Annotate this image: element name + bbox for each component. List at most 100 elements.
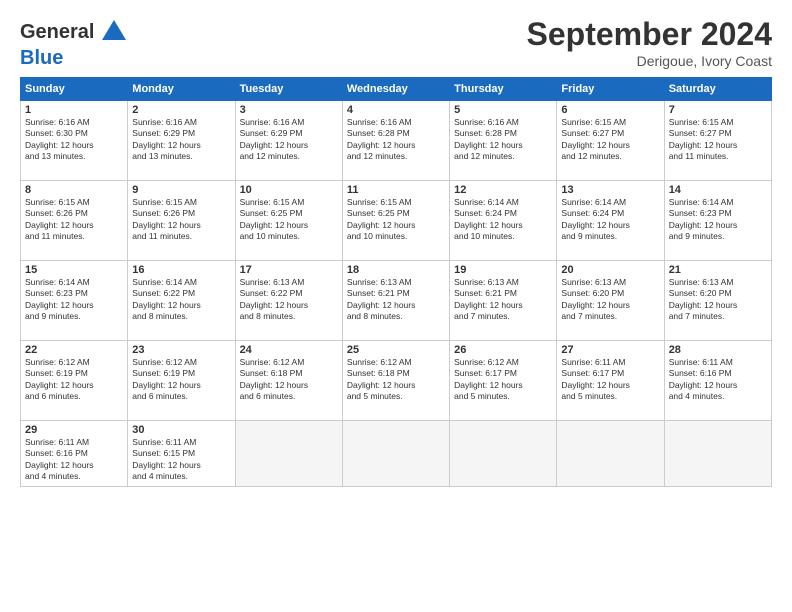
week-row-5: 29 Sunrise: 6:11 AMSunset: 6:16 PMDaylig… [21,421,772,487]
location: Derigoue, Ivory Coast [527,53,772,69]
day-number: 3 [240,104,338,116]
day-detail: Sunrise: 6:12 AMSunset: 6:18 PMDaylight:… [347,357,445,403]
day-detail: Sunrise: 6:16 AMSunset: 6:29 PMDaylight:… [240,117,338,163]
calendar-cell: 8 Sunrise: 6:15 AMSunset: 6:26 PMDayligh… [21,181,128,261]
page: General Blue September 2024 Derigoue, Iv… [0,0,792,612]
calendar-cell: 16 Sunrise: 6:14 AMSunset: 6:22 PMDaylig… [128,261,235,341]
day-detail: Sunrise: 6:13 AMSunset: 6:20 PMDaylight:… [669,277,767,323]
calendar-cell: 29 Sunrise: 6:11 AMSunset: 6:16 PMDaylig… [21,421,128,487]
day-number: 27 [561,344,659,356]
day-number: 2 [132,104,230,116]
day-detail: Sunrise: 6:14 AMSunset: 6:24 PMDaylight:… [454,197,552,243]
day-number: 15 [25,264,123,276]
day-number: 8 [25,184,123,196]
day-detail: Sunrise: 6:12 AMSunset: 6:19 PMDaylight:… [25,357,123,403]
month-title: September 2024 [527,16,772,53]
weekday-header-friday: Friday [557,78,664,101]
day-detail: Sunrise: 6:14 AMSunset: 6:22 PMDaylight:… [132,277,230,323]
calendar-cell: 9 Sunrise: 6:15 AMSunset: 6:26 PMDayligh… [128,181,235,261]
logo: General Blue [20,16,130,68]
calendar-cell: 26 Sunrise: 6:12 AMSunset: 6:17 PMDaylig… [450,341,557,421]
day-number: 16 [132,264,230,276]
header: General Blue September 2024 Derigoue, Iv… [20,16,772,69]
calendar-cell [235,421,342,487]
day-number: 1 [25,104,123,116]
calendar-cell [557,421,664,487]
calendar-cell: 21 Sunrise: 6:13 AMSunset: 6:20 PMDaylig… [664,261,771,341]
calendar-cell: 13 Sunrise: 6:14 AMSunset: 6:24 PMDaylig… [557,181,664,261]
day-detail: Sunrise: 6:12 AMSunset: 6:19 PMDaylight:… [132,357,230,403]
calendar-cell: 18 Sunrise: 6:13 AMSunset: 6:21 PMDaylig… [342,261,449,341]
weekday-header-sunday: Sunday [21,78,128,101]
day-number: 9 [132,184,230,196]
day-number: 5 [454,104,552,116]
calendar-cell: 11 Sunrise: 6:15 AMSunset: 6:25 PMDaylig… [342,181,449,261]
day-detail: Sunrise: 6:13 AMSunset: 6:22 PMDaylight:… [240,277,338,323]
calendar-cell: 10 Sunrise: 6:15 AMSunset: 6:25 PMDaylig… [235,181,342,261]
calendar-cell: 22 Sunrise: 6:12 AMSunset: 6:19 PMDaylig… [21,341,128,421]
day-number: 18 [347,264,445,276]
calendar-cell: 23 Sunrise: 6:12 AMSunset: 6:19 PMDaylig… [128,341,235,421]
logo-icon [98,16,130,48]
calendar-cell: 30 Sunrise: 6:11 AMSunset: 6:15 PMDaylig… [128,421,235,487]
day-detail: Sunrise: 6:15 AMSunset: 6:26 PMDaylight:… [132,197,230,243]
day-number: 6 [561,104,659,116]
day-detail: Sunrise: 6:15 AMSunset: 6:26 PMDaylight:… [25,197,123,243]
calendar-cell: 4 Sunrise: 6:16 AMSunset: 6:28 PMDayligh… [342,101,449,181]
logo-blue: Blue [20,48,130,68]
calendar-cell: 5 Sunrise: 6:16 AMSunset: 6:28 PMDayligh… [450,101,557,181]
day-detail: Sunrise: 6:14 AMSunset: 6:24 PMDaylight:… [561,197,659,243]
day-detail: Sunrise: 6:13 AMSunset: 6:20 PMDaylight:… [561,277,659,323]
calendar-cell: 25 Sunrise: 6:12 AMSunset: 6:18 PMDaylig… [342,341,449,421]
calendar-table: SundayMondayTuesdayWednesdayThursdayFrid… [20,77,772,487]
weekday-header-saturday: Saturday [664,78,771,101]
day-number: 24 [240,344,338,356]
calendar-cell [450,421,557,487]
day-number: 7 [669,104,767,116]
day-detail: Sunrise: 6:15 AMSunset: 6:27 PMDaylight:… [669,117,767,163]
calendar-cell: 20 Sunrise: 6:13 AMSunset: 6:20 PMDaylig… [557,261,664,341]
day-detail: Sunrise: 6:14 AMSunset: 6:23 PMDaylight:… [669,197,767,243]
day-number: 12 [454,184,552,196]
day-number: 26 [454,344,552,356]
logo-general: General [20,21,94,43]
day-number: 10 [240,184,338,196]
calendar-cell: 2 Sunrise: 6:16 AMSunset: 6:29 PMDayligh… [128,101,235,181]
week-row-1: 1 Sunrise: 6:16 AMSunset: 6:30 PMDayligh… [21,101,772,181]
week-row-2: 8 Sunrise: 6:15 AMSunset: 6:26 PMDayligh… [21,181,772,261]
calendar-cell: 19 Sunrise: 6:13 AMSunset: 6:21 PMDaylig… [450,261,557,341]
calendar-cell: 6 Sunrise: 6:15 AMSunset: 6:27 PMDayligh… [557,101,664,181]
calendar-cell: 3 Sunrise: 6:16 AMSunset: 6:29 PMDayligh… [235,101,342,181]
calendar-cell: 7 Sunrise: 6:15 AMSunset: 6:27 PMDayligh… [664,101,771,181]
day-detail: Sunrise: 6:11 AMSunset: 6:16 PMDaylight:… [669,357,767,403]
day-number: 29 [25,424,123,436]
day-number: 30 [132,424,230,436]
day-detail: Sunrise: 6:11 AMSunset: 6:15 PMDaylight:… [132,437,230,483]
weekday-header-monday: Monday [128,78,235,101]
calendar-cell: 27 Sunrise: 6:11 AMSunset: 6:17 PMDaylig… [557,341,664,421]
calendar-cell: 24 Sunrise: 6:12 AMSunset: 6:18 PMDaylig… [235,341,342,421]
calendar-cell: 12 Sunrise: 6:14 AMSunset: 6:24 PMDaylig… [450,181,557,261]
calendar-cell: 15 Sunrise: 6:14 AMSunset: 6:23 PMDaylig… [21,261,128,341]
day-detail: Sunrise: 6:11 AMSunset: 6:17 PMDaylight:… [561,357,659,403]
calendar-cell: 17 Sunrise: 6:13 AMSunset: 6:22 PMDaylig… [235,261,342,341]
day-detail: Sunrise: 6:16 AMSunset: 6:28 PMDaylight:… [347,117,445,163]
day-number: 11 [347,184,445,196]
day-detail: Sunrise: 6:15 AMSunset: 6:27 PMDaylight:… [561,117,659,163]
day-detail: Sunrise: 6:13 AMSunset: 6:21 PMDaylight:… [454,277,552,323]
day-detail: Sunrise: 6:13 AMSunset: 6:21 PMDaylight:… [347,277,445,323]
calendar-cell [664,421,771,487]
day-number: 4 [347,104,445,116]
weekday-header-tuesday: Tuesday [235,78,342,101]
weekday-header-thursday: Thursday [450,78,557,101]
day-number: 14 [669,184,767,196]
day-number: 17 [240,264,338,276]
day-number: 19 [454,264,552,276]
day-detail: Sunrise: 6:15 AMSunset: 6:25 PMDaylight:… [240,197,338,243]
calendar-cell: 28 Sunrise: 6:11 AMSunset: 6:16 PMDaylig… [664,341,771,421]
day-detail: Sunrise: 6:12 AMSunset: 6:17 PMDaylight:… [454,357,552,403]
day-detail: Sunrise: 6:16 AMSunset: 6:30 PMDaylight:… [25,117,123,163]
week-row-3: 15 Sunrise: 6:14 AMSunset: 6:23 PMDaylig… [21,261,772,341]
day-detail: Sunrise: 6:16 AMSunset: 6:28 PMDaylight:… [454,117,552,163]
weekday-header-wednesday: Wednesday [342,78,449,101]
